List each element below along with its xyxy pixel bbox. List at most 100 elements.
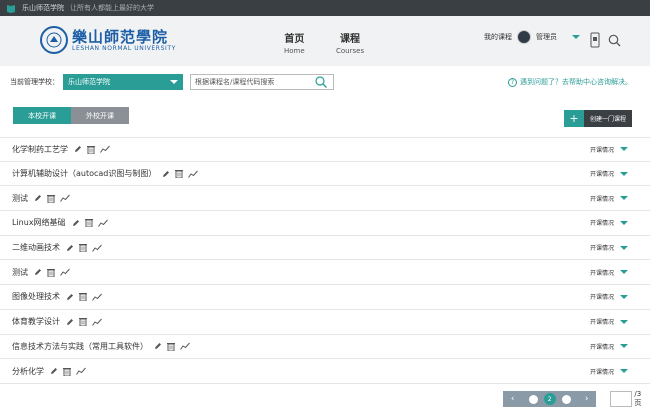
course-status-label: 开课情况 <box>590 319 615 327</box>
current-page-dot[interactable]: 2 <box>543 393 556 405</box>
statistics-icon[interactable] <box>76 367 86 375</box>
statistics-icon[interactable] <box>92 293 102 301</box>
course-status-label: 开课情况 <box>590 195 615 203</box>
statistics-icon[interactable] <box>60 268 70 277</box>
course-name[interactable]: 信息技术方法与实践（常用工具软件） <box>12 341 148 352</box>
edit-icon[interactable] <box>72 219 80 227</box>
statistics-icon[interactable] <box>97 219 108 227</box>
course-status-dropdown[interactable]: 开课情况 <box>590 342 629 351</box>
course-status-label: 开课情况 <box>590 245 615 253</box>
course-status-dropdown[interactable]: 开课情况 <box>590 292 629 301</box>
list-item: Linux网络基础 开课情况 <box>0 211 650 236</box>
course-name[interactable]: 测试 <box>12 193 28 204</box>
course-name[interactable]: 图像处理技术 <box>12 291 60 302</box>
edit-icon[interactable] <box>66 293 74 301</box>
page-dot[interactable] <box>561 394 571 404</box>
edit-icon[interactable] <box>34 194 42 202</box>
delete-icon[interactable] <box>79 292 87 302</box>
nav-home-en: Home <box>284 47 305 55</box>
avatar[interactable] <box>517 30 531 44</box>
list-item: 测试 开课情况 <box>0 260 650 286</box>
statistics-icon[interactable] <box>188 170 199 178</box>
plus-icon: + <box>564 110 584 127</box>
delete-icon[interactable] <box>79 243 87 253</box>
tab-external-courses[interactable]: 外校开课 <box>71 107 129 124</box>
next-page-button[interactable]: › <box>576 391 597 407</box>
course-status-label: 开课情况 <box>590 220 615 228</box>
user-menu[interactable]: 我的课程 管理员 <box>484 30 580 44</box>
statistics-icon[interactable] <box>180 342 190 351</box>
course-status-dropdown[interactable]: 开课情况 <box>590 218 629 228</box>
list-item: 二维动画技术 开课情况 <box>0 235 650 261</box>
prev-page-button[interactable]: ‹ <box>503 391 523 407</box>
delete-icon[interactable] <box>167 342 175 351</box>
course-status-dropdown[interactable]: 开课情况 <box>590 317 629 327</box>
course-name[interactable]: 计算机辅助设计（autocad识图与制图） <box>12 168 156 179</box>
pagination: ‹ 2 › /3 页 <box>503 390 650 408</box>
user-role: 管理员 <box>536 33 557 41</box>
chevron-down-icon <box>620 319 629 324</box>
delete-icon[interactable] <box>84 218 93 228</box>
edit-icon[interactable] <box>74 145 82 153</box>
chevron-down-icon <box>620 344 629 349</box>
edit-icon[interactable] <box>154 342 162 350</box>
delete-icon[interactable] <box>79 317 87 327</box>
page-jump-input[interactable] <box>610 391 633 407</box>
search-icon[interactable] <box>608 34 621 47</box>
statistics-icon[interactable] <box>100 145 110 154</box>
list-item: 计算机辅助设计（autocad识图与制图） 开课情况 <box>0 161 650 187</box>
delete-icon[interactable] <box>47 194 55 203</box>
delete-icon[interactable] <box>87 145 95 154</box>
course-name[interactable]: Linux网络基础 <box>12 217 66 228</box>
create-course-button[interactable]: + 创建一门课程 <box>564 110 632 127</box>
course-status-dropdown[interactable]: 开课情况 <box>590 194 629 203</box>
nav-home[interactable]: 首页 Home <box>284 30 305 55</box>
mobile-app-icon[interactable] <box>590 32 600 48</box>
tab-local-courses[interactable]: 本校开课 <box>13 107 71 124</box>
course-status-label: 开课情况 <box>590 171 615 179</box>
list-item: 体育教学设计 开课情况 <box>0 309 650 335</box>
edit-icon[interactable] <box>66 318 74 326</box>
statistics-icon[interactable] <box>92 318 102 326</box>
school-filter: 当前管理学校： 乐山师范学院 <box>10 74 183 90</box>
edit-icon[interactable] <box>162 170 170 178</box>
nav-courses[interactable]: 课程 Courses <box>336 30 364 55</box>
course-name[interactable]: 测试 <box>12 267 28 278</box>
course-status-dropdown[interactable]: 开课情况 <box>590 145 629 154</box>
chevron-down-icon[interactable] <box>572 35 580 39</box>
nav-courses-en: Courses <box>336 47 365 55</box>
delete-icon[interactable] <box>47 268 55 277</box>
statistics-icon[interactable] <box>92 244 102 252</box>
course-status-dropdown[interactable]: 开课情况 <box>590 268 629 277</box>
course-status-dropdown[interactable]: 开课情况 <box>590 169 629 179</box>
course-status-dropdown[interactable]: 开课情况 <box>590 367 629 376</box>
edit-icon[interactable] <box>34 268 42 276</box>
statistics-icon[interactable] <box>60 194 70 203</box>
my-courses-link[interactable]: 我的课程 <box>484 32 512 42</box>
help-text: 遇到问题了？去帮助中心咨询解决。 <box>520 78 632 86</box>
course-name[interactable]: 体育教学设计 <box>12 316 60 327</box>
edit-icon[interactable] <box>66 244 74 252</box>
course-name[interactable]: 分析化学 <box>12 366 44 377</box>
search-input[interactable] <box>191 78 311 86</box>
top-bar-slogan: 让所有人都能上最好的大学 <box>70 4 154 12</box>
help-link[interactable]: ? 遇到问题了？去帮助中心咨询解决。 <box>508 77 632 87</box>
delete-icon[interactable] <box>175 169 184 179</box>
chevron-down-icon <box>170 80 178 84</box>
page-dot[interactable] <box>528 394 538 404</box>
top-bar: 乐山师范学院 让所有人都能上最好的大学 <box>0 0 650 16</box>
course-search <box>190 74 334 90</box>
course-name[interactable]: 化学制药工艺学 <box>12 144 68 155</box>
chevron-down-icon <box>620 171 629 176</box>
course-name[interactable]: 二维动画技术 <box>12 242 60 253</box>
course-status-dropdown[interactable]: 开课情况 <box>590 243 629 253</box>
course-status-label: 开课情况 <box>590 343 615 351</box>
course-tabs: 本校开课 外校开课 <box>13 107 129 124</box>
school-select[interactable]: 乐山师范学院 <box>63 74 183 90</box>
delete-icon[interactable] <box>63 367 71 376</box>
school-logo[interactable]: 樂山師范學院 LESHAN NORMAL UNIVERSITY <box>40 26 176 54</box>
header-icons <box>590 32 621 48</box>
edit-icon[interactable] <box>50 367 58 375</box>
list-item: 化学制药工艺学 开课情况 <box>0 137 650 162</box>
search-icon[interactable] <box>315 76 327 88</box>
